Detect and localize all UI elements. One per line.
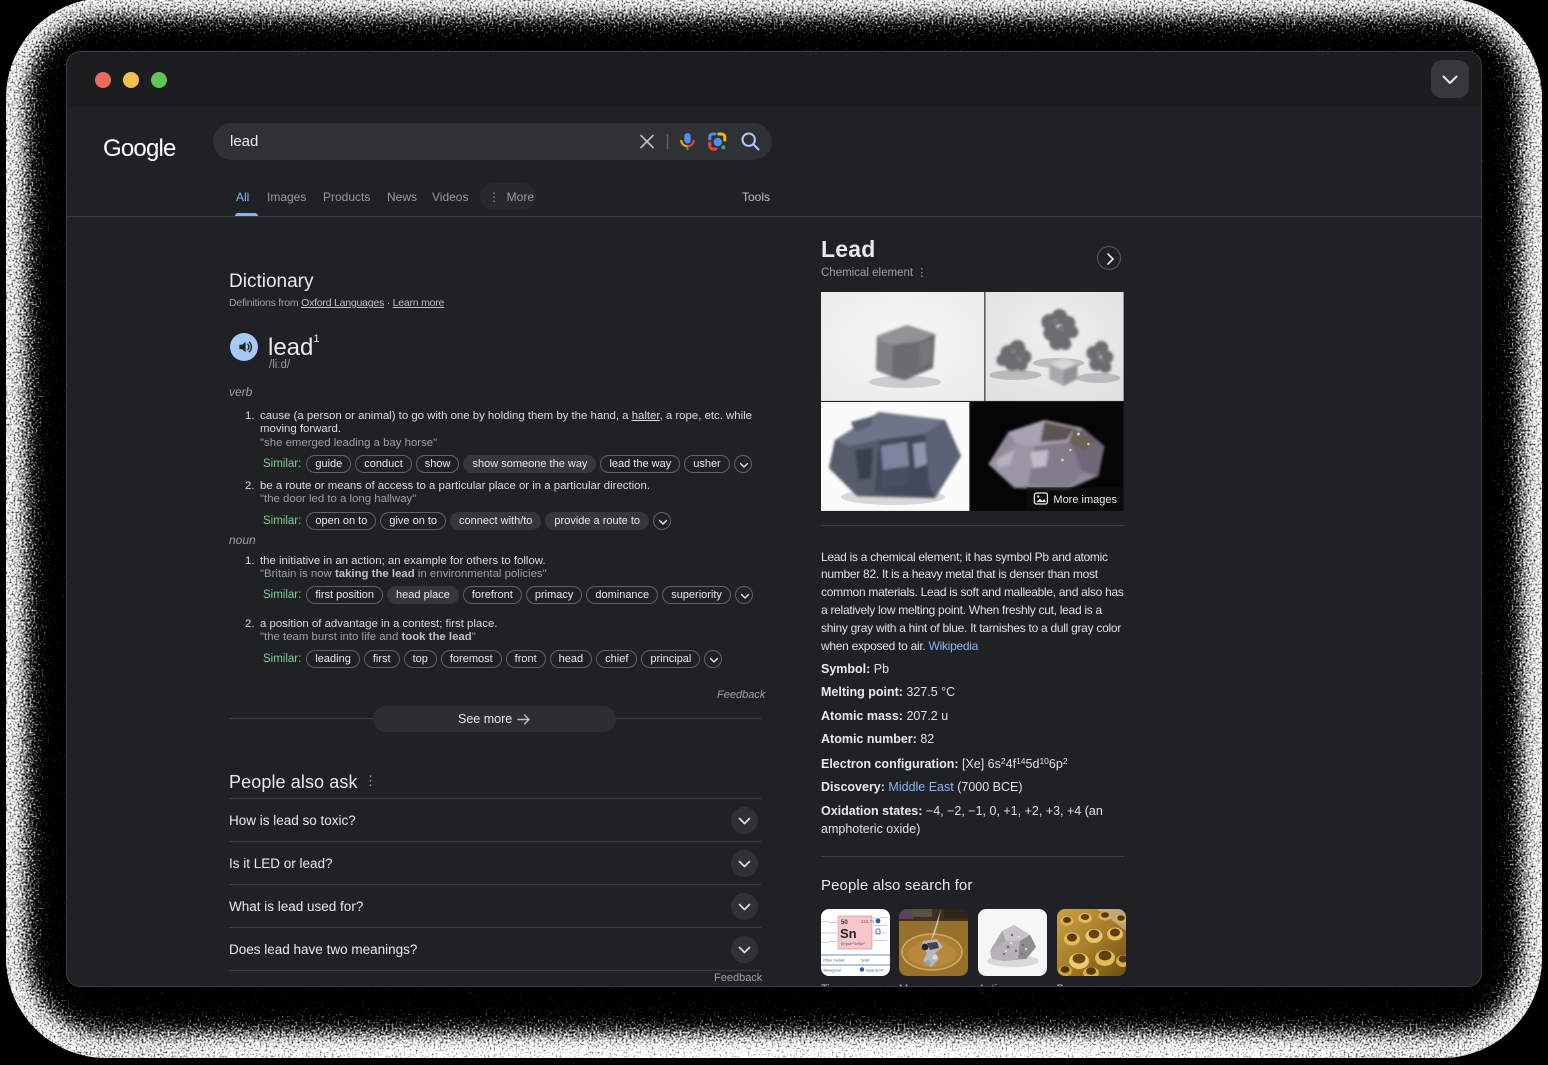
svg-text:liquid at RT: liquid at RT — [866, 969, 885, 973]
svg-text:Solid: Solid — [861, 959, 869, 963]
svg-text:More images: More images — [1053, 494, 1117, 506]
svg-text:[Kr]4d¹⁰5s²5p²: [Kr]4d¹⁰5s²5p² — [841, 942, 865, 946]
svg-text:Sn: Sn — [840, 926, 857, 941]
svg-text:118.71: 118.71 — [861, 919, 875, 924]
svg-text:Other metals: Other metals — [823, 959, 845, 963]
svg-text:Tetragonal: Tetragonal — [823, 969, 841, 973]
